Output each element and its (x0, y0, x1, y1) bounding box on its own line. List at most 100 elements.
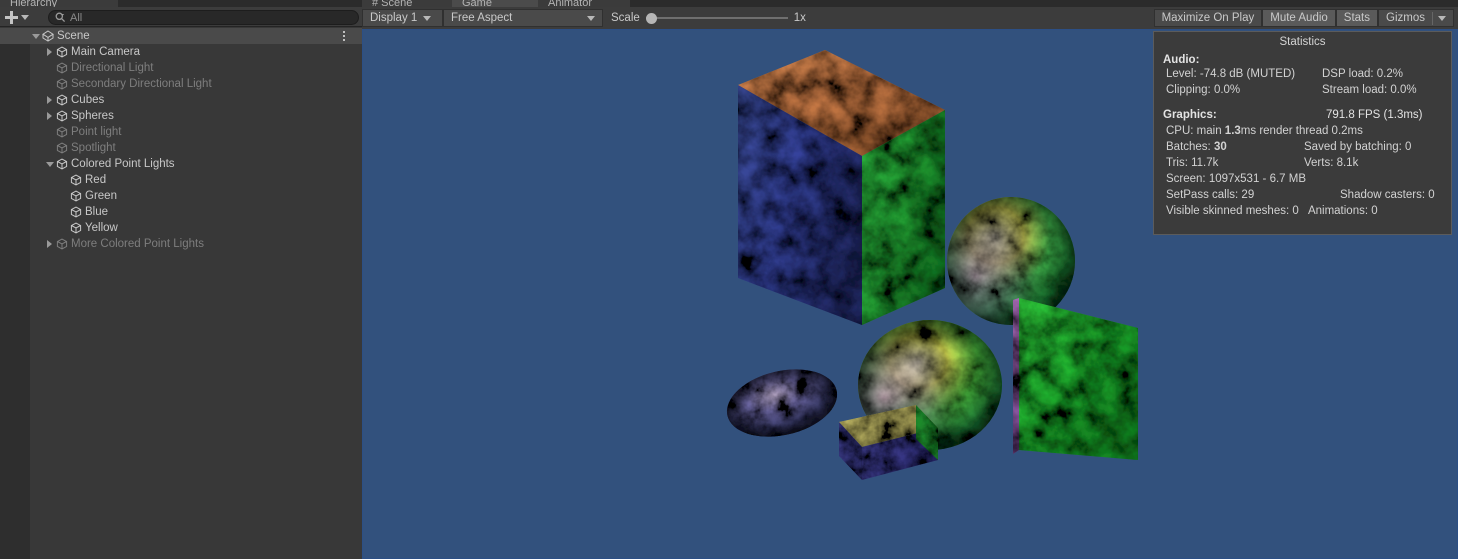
gameobject-icon (55, 92, 69, 108)
row-indent (0, 140, 44, 156)
gameobject-icon (55, 124, 69, 140)
row-indent (0, 220, 58, 236)
hierarchy-panel: All Scene Main Camera Directional Light Sec… (0, 7, 362, 559)
fps-value: 791.8 FPS (1.3ms) (1326, 109, 1423, 121)
maximize-on-play-label: Maximize On Play (1161, 12, 1255, 24)
hierarchy-row-secondary-directional-light[interactable]: Secondary Directional Light (0, 76, 362, 92)
gameobject-icon (55, 236, 69, 252)
hierarchy-row-more-colored-point-lights[interactable]: More Colored Point Lights (0, 236, 362, 252)
scene-icon (41, 28, 55, 44)
hierarchy-row-label: Colored Point Lights (71, 158, 175, 170)
animations-value: Animations: 0 (1307, 205, 1378, 217)
row-overflow-menu-icon[interactable] (338, 30, 350, 42)
mute-audio-label: Mute Audio (1270, 12, 1328, 24)
scale-slider[interactable] (645, 12, 788, 24)
scale-slider-knob[interactable] (645, 12, 657, 24)
shadow-casters-value: Shadow casters: 0 (1340, 189, 1435, 201)
scale-slider-track (645, 17, 788, 19)
hierarchy-row-colored-point-lights[interactable]: Colored Point Lights (0, 156, 362, 172)
maximize-on-play-button[interactable]: Maximize On Play (1153, 9, 1263, 27)
skinned-meshes-row: Visible skinned meshes: 0 Animations: 0 (1154, 203, 1451, 219)
expand-arrow-icon[interactable] (44, 92, 55, 108)
scale-control[interactable]: Scale 1x (603, 9, 814, 27)
add-gameobject-button[interactable] (5, 9, 37, 25)
game-view-toolbar: Display 1 Free Aspect Scale 1x Maximize … (362, 7, 1458, 29)
saved-by-batching-value: Saved by batching: 0 (1304, 141, 1412, 153)
verts-value: Verts: 8.1k (1304, 157, 1359, 169)
batches-prefix: Batches: (1166, 141, 1214, 153)
setpass-value: SetPass calls: 29 (1166, 189, 1255, 201)
hierarchy-row-label: Secondary Directional Light (71, 78, 212, 90)
scale-value: 1x (793, 12, 806, 24)
row-indent (0, 44, 44, 60)
stream-load-value: Stream load: 0.0% (1322, 84, 1417, 96)
display-dropdown[interactable]: Display 1 (362, 9, 443, 27)
expand-arrow-icon[interactable] (44, 108, 55, 124)
hierarchy-row-point-light[interactable]: Point light (0, 124, 362, 140)
gameobject-icon (55, 140, 69, 156)
hierarchy-row-scene[interactable]: Scene (0, 28, 362, 44)
row-indent (0, 60, 44, 76)
hierarchy-search-field[interactable]: All (48, 10, 359, 25)
tab-scene[interactable]: # Scene (362, 0, 452, 7)
tab-strip: Hierarchy # Scene Game Animator (0, 0, 1458, 7)
marble-bar (839, 405, 938, 480)
row-indent (0, 28, 30, 44)
row-indent (0, 156, 44, 172)
tab-animator[interactable]: Animator (538, 0, 630, 7)
mute-audio-button[interactable]: Mute Audio (1262, 9, 1336, 27)
row-indent (0, 92, 44, 108)
hierarchy-row-green[interactable]: Green (0, 188, 362, 204)
tab-game[interactable]: Game (452, 0, 538, 7)
gizmos-button[interactable]: Gizmos (1378, 9, 1454, 27)
cpu-row: CPU: main 1.3ms render thread 0.2ms (1154, 123, 1451, 139)
hierarchy-row-label: Point light (71, 126, 122, 138)
hierarchy-row-label: Directional Light (71, 62, 154, 74)
row-indent (0, 124, 44, 140)
hierarchy-row-spotlight[interactable]: Spotlight (0, 140, 362, 156)
hierarchy-tree[interactable]: Scene Main Camera Directional Light Seconda… (0, 28, 362, 559)
statistics-overlay: Statistics Audio: Level: -74.8 dB (MUTED… (1153, 31, 1452, 235)
stats-button[interactable]: Stats (1335, 9, 1379, 27)
row-indent (0, 188, 58, 204)
chevron-down-icon (423, 15, 432, 21)
hierarchy-row-directional-light[interactable]: Directional Light (0, 60, 362, 76)
tris-verts-row: Tris: 11.7k Verts: 8.1k (1154, 155, 1451, 171)
hierarchy-row-label: Spotlight (71, 142, 116, 154)
hierarchy-row-label: Cubes (71, 94, 105, 106)
batches-value: 30 (1213, 141, 1227, 153)
screen-row: Screen: 1097x531 - 6.7 MB (1154, 171, 1451, 187)
row-indent (0, 204, 58, 220)
hierarchy-row-label: Red (85, 174, 107, 186)
collapse-arrow-icon[interactable] (30, 28, 41, 44)
screen-value: Screen: 1097x531 - 6.7 MB (1166, 173, 1306, 185)
gameobject-icon (69, 188, 83, 204)
expand-arrow-icon[interactable] (44, 236, 55, 252)
hierarchy-row-label: Scene (57, 30, 90, 42)
hierarchy-row-main-camera[interactable]: Main Camera (0, 44, 362, 60)
hierarchy-row-spheres[interactable]: Spheres (0, 108, 362, 124)
gameobject-icon (55, 60, 69, 76)
collapse-arrow-icon[interactable] (44, 156, 55, 172)
row-indent (0, 172, 58, 188)
cpu-suffix: ms render thread 0.2ms (1240, 125, 1363, 137)
tab-hierarchy[interactable]: Hierarchy (0, 0, 118, 7)
gameobject-icon (55, 76, 69, 92)
expand-arrow-icon[interactable] (44, 44, 55, 60)
plus-icon (5, 10, 18, 24)
hierarchy-row-cubes[interactable]: Cubes (0, 92, 362, 108)
hierarchy-row-red[interactable]: Red (0, 172, 362, 188)
cpu-prefix: CPU: main (1166, 125, 1225, 137)
dsp-load-value: DSP load: 0.2% (1322, 68, 1403, 80)
hierarchy-row-yellow[interactable]: Yellow (0, 220, 362, 236)
aspect-dropdown[interactable]: Free Aspect (443, 9, 603, 27)
stats-label: Stats (1343, 12, 1371, 24)
hierarchy-row-blue[interactable]: Blue (0, 204, 362, 220)
gameobject-icon (69, 172, 83, 188)
row-indent (0, 108, 44, 124)
graphics-header-label: Graphics: (1163, 109, 1217, 121)
gameobject-icon (55, 44, 69, 60)
